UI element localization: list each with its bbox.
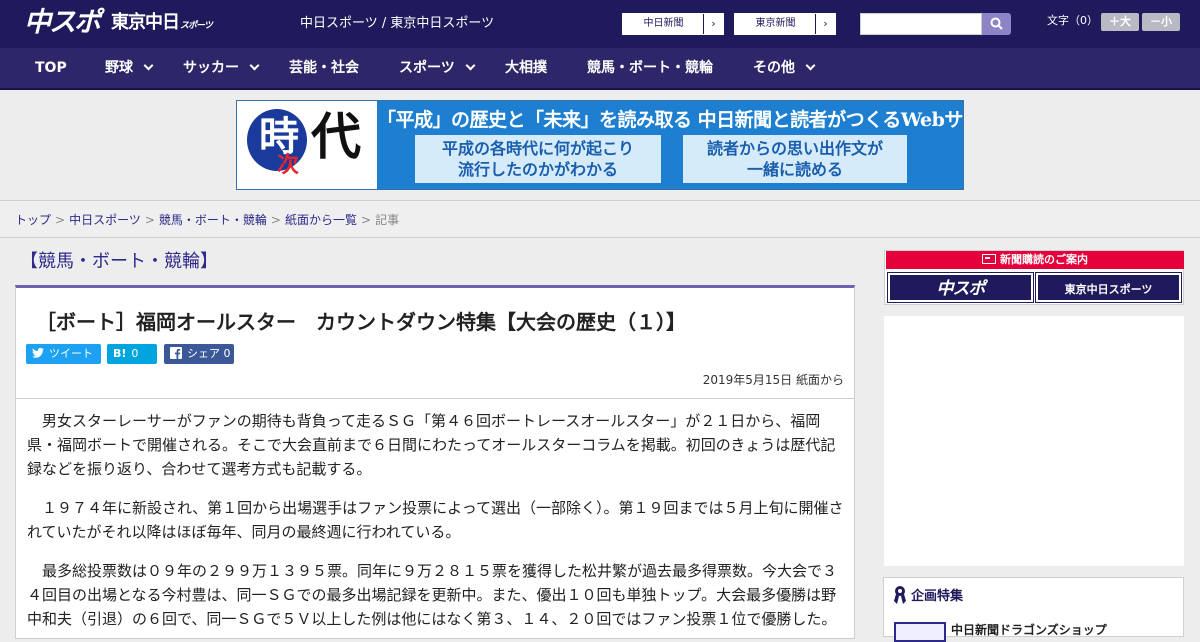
advertisement-slot[interactable] [884, 316, 1184, 566]
article-date: 2019年5月15日 紙面から [702, 373, 844, 387]
nav-other-label: その他 [753, 60, 795, 76]
nav-keiba-label: 競馬・ボート・競輪 [587, 60, 713, 76]
breadcrumb-shimen-list[interactable]: 紙面から一覧 [285, 213, 357, 227]
nav-sports-label: スポーツ [399, 60, 455, 76]
chevron-down-icon [805, 60, 816, 71]
chevron-down-icon [465, 60, 476, 71]
tokyo-shimbun-link[interactable]: 東京新聞 › [734, 13, 836, 35]
breadcrumb-current: 記事 [375, 213, 400, 227]
jidai-banner[interactable]: 時 次 代 「平成」の歴史と「未来」を読み取る 中日新聞と読者がつくるWebサイ… [236, 100, 964, 190]
search-button[interactable] [982, 13, 1011, 35]
breadcrumb-chunichi-sports[interactable]: 中日スポーツ [69, 213, 141, 227]
font-larger-button[interactable]: ＋大 [1101, 13, 1139, 31]
search-icon [990, 17, 1003, 30]
breadcrumb-separator: > [55, 213, 66, 227]
article-paragraph: 男女スターレーサーがファンの期待も背負って走るＳＧ「第４６回ボートレースオールス… [27, 412, 836, 478]
font-smaller-button[interactable]: －小 [1142, 13, 1180, 31]
tokyo-shimbun-label: 東京新聞 [755, 18, 796, 29]
banner-feature-2-line1: 読者からの思い出作文が [706, 139, 883, 158]
section-title: 【競馬・ボート・競輪】 [20, 251, 218, 272]
nav-baseball-label: 野球 [105, 60, 133, 76]
tweet-label: ツイート [49, 347, 93, 360]
nav-sports[interactable]: スポーツ [399, 48, 476, 88]
breadcrumb-separator: > [270, 213, 281, 227]
subscription-heading-label: 新聞購読のご案内 [1000, 253, 1088, 266]
article-paragraph: １９７４年に新設され、第１回から出場選手はファン投票によって選出（一部除く）。第… [27, 499, 844, 541]
ribbon-icon [894, 586, 906, 604]
banner-feature-2-line2: 一緒に読める [746, 160, 843, 179]
hatena-icon: B! [113, 347, 127, 360]
banner-logo-tsugi: 次 [277, 152, 300, 178]
nav-sumo[interactable]: 大相撲 [505, 48, 547, 88]
nav-baseball[interactable]: 野球 [105, 48, 154, 88]
site-header: 中スポ 東京中日スポーツ 中日スポーツ / 東京中日スポーツ 中日新聞 › 東京… [0, 0, 1200, 48]
twitter-icon [32, 344, 44, 364]
chevron-right-icon: › [815, 14, 835, 34]
nav-top-label: TOP [35, 60, 67, 76]
facebook-share-button[interactable]: シェア 0 [164, 344, 234, 364]
subscribe-tokyo-chunichi-link[interactable]: 東京中日スポーツ [1035, 272, 1182, 303]
banner-feature-1: 平成の各時代に何が起こり 流行したのかがわかる [415, 135, 661, 183]
breadcrumb: トップ > 中日スポーツ > 競馬・ボート・競輪 > 紙面から一覧 > 記事 [15, 212, 399, 228]
chunichi-shimbun-label: 中日新聞 [643, 18, 684, 29]
nav-top[interactable]: TOP [35, 48, 67, 88]
breadcrumb-top[interactable]: トップ [15, 213, 51, 227]
tweet-button[interactable]: ツイート [26, 344, 101, 364]
subscribe-chuspo-link[interactable]: 中スポ [887, 272, 1034, 303]
banner-feature-2: 読者からの思い出作文が 一緒に読める [683, 135, 907, 183]
nav-keiba[interactable]: 競馬・ボート・競輪 [587, 48, 713, 88]
subscription-box: 新聞購読のご案内 中スポ 東京中日スポーツ [884, 250, 1184, 305]
banner-feature-1-line1: 平成の各時代に何が起こり [441, 139, 634, 158]
nav-entertainment[interactable]: 芸能・社会 [289, 48, 359, 88]
nav-soccer-label: サッカー [183, 60, 239, 76]
feature-thumbnail [894, 622, 946, 642]
banner-logo-dai: 代 [311, 107, 361, 166]
article-paragraph: 最多総投票数は０９年の２９９万１３９５票。同年に９万２８１５票を獲得した松井繁が… [27, 562, 838, 628]
nav-other[interactable]: その他 [753, 48, 816, 88]
chunichi-shimbun-link[interactable]: 中日新聞 › [622, 13, 724, 35]
feature-box: 企画特集 中日新聞ドラゴンズショップ [883, 577, 1184, 642]
main-nav: TOP 野球 サッカー 芸能・社会 スポーツ 大相撲 競馬・ボート・競輪 その他 [0, 48, 1200, 90]
site-title: 中日スポーツ / 東京中日スポーツ [300, 16, 495, 31]
newspaper-icon [982, 254, 996, 264]
nav-soccer[interactable]: サッカー [183, 48, 260, 88]
chevron-down-icon [249, 60, 260, 71]
subscription-heading: 新聞購読のご案内 [886, 251, 1184, 269]
feature-item-dragons-shop[interactable]: 中日新聞ドラゴンズショップ [894, 622, 1174, 642]
tokyo-chunichi-logo[interactable]: 東京中日スポーツ [111, 12, 213, 37]
banner-headline: 「平成」の歴史と「未来」を読み取る 中日新聞と読者がつくるWebサイト [377, 109, 964, 131]
article-header: ［ボート］福岡オールスター カウントダウン特集【大会の歴史（１）】 ツイート B… [15, 285, 855, 399]
breadcrumb-keiba[interactable]: 競馬・ボート・競輪 [159, 213, 267, 227]
article-body: 男女スターレーサーがファンの期待も背負って走るＳＧ「第４６回ボートレースオールス… [15, 399, 855, 639]
breadcrumb-separator: > [361, 213, 372, 227]
facebook-icon [170, 344, 182, 364]
chevron-right-icon: › [703, 14, 723, 34]
hatena-bookmark-button[interactable]: B! 0 [107, 344, 157, 364]
tokyo-chunichi-logo-text: 東京中日 [111, 12, 180, 33]
feature-title: 企画特集 [911, 589, 964, 604]
feature-item-label: 中日新聞ドラゴンズショップ [951, 623, 1107, 637]
search-input[interactable] [860, 13, 982, 35]
hatena-count: 0 [131, 347, 139, 360]
nav-entertainment-label: 芸能・社会 [289, 60, 359, 76]
tokyo-chunichi-logo-sub: スポーツ [180, 21, 213, 31]
facebook-share-count: 0 [223, 347, 231, 360]
breadcrumb-separator: > [144, 213, 155, 227]
font-size-label: 文字（0） [1047, 14, 1098, 27]
banner-feature-1-line2: 流行したのかがわかる [457, 160, 618, 179]
breadcrumb-bar: トップ > 中日スポーツ > 競馬・ボート・競輪 > 紙面から一覧 > 記事 [0, 200, 1200, 238]
banner-logo: 時 次 代 [237, 101, 377, 189]
chuspo-logo[interactable]: 中スポ [24, 8, 101, 38]
chevron-down-icon [143, 60, 154, 71]
nav-sumo-label: 大相撲 [505, 60, 547, 76]
article-title: ［ボート］福岡オールスター カウントダウン特集【大会の歴史（１）】 [36, 310, 686, 334]
facebook-share-label: シェア [187, 347, 220, 360]
